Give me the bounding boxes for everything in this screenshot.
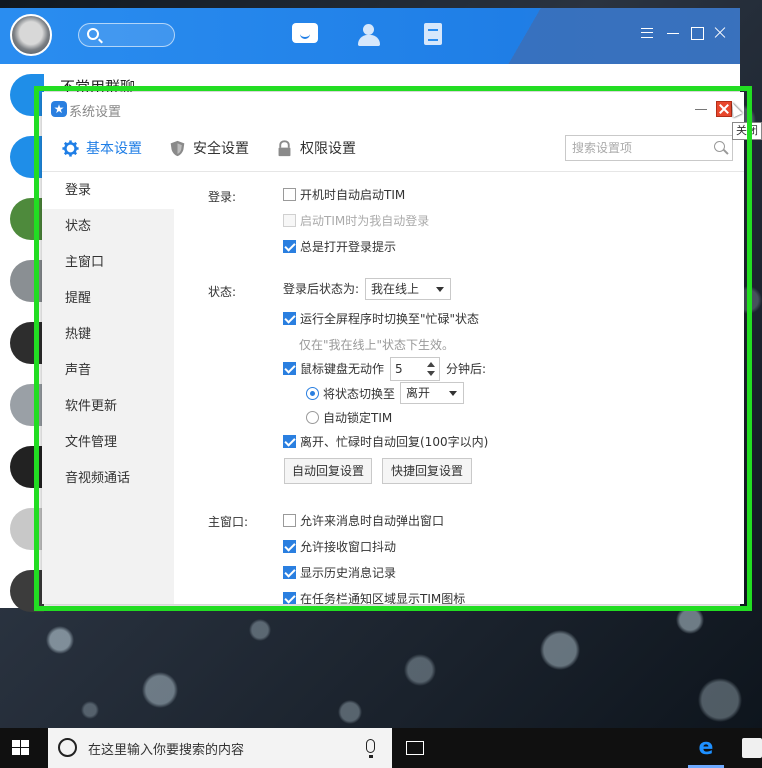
fullscreen-hint: 仅在"我在线上"状态下生效。 xyxy=(299,338,455,352)
checkbox-open-login-prompt[interactable] xyxy=(283,240,296,253)
sidebar-item-status[interactable]: 状态 xyxy=(42,209,174,245)
minimize-icon[interactable] xyxy=(666,26,680,40)
option-label: 总是打开登录提示 xyxy=(300,240,397,254)
sidebar-item-reminder[interactable]: 提醒 xyxy=(42,281,174,317)
taskbar: 在这里输入你要搜索的内容 e xyxy=(0,728,762,768)
taskbar-search-box[interactable]: 在这里输入你要搜索的内容 xyxy=(48,728,392,768)
close-icon[interactable] xyxy=(713,26,727,40)
option-label: 显示历史消息记录 xyxy=(300,566,397,580)
cortana-icon xyxy=(58,738,77,757)
windows-start-icon[interactable] xyxy=(12,740,30,756)
settings-dialog: ★ 系统设置 基本设置 安全设置 权限设置 搜索设置项 登录 状态 主窗口 提醒… xyxy=(42,92,762,604)
stepper-value: 5 xyxy=(395,362,403,376)
option-label: 自动锁定TIM xyxy=(323,411,393,425)
search-icon[interactable] xyxy=(714,141,725,152)
checkbox-idle[interactable] xyxy=(283,362,296,375)
search-icon xyxy=(87,28,99,40)
settings-content: 登录: 开机时自动启动TIM 启动TIM时为我自动登录 总是打开登录提示 状态:… xyxy=(174,173,744,604)
section-label-main-window: 主窗口: xyxy=(208,515,249,529)
dialog-titlebar: ★ 系统设置 xyxy=(42,92,744,126)
taskbar-search-placeholder: 在这里输入你要搜索的内容 xyxy=(88,743,245,758)
chevron-down-icon xyxy=(449,391,457,396)
minimize-button[interactable] xyxy=(694,102,708,116)
radio-switch-status[interactable] xyxy=(306,387,319,400)
settings-search-box xyxy=(565,135,733,161)
sidebar-item-hotkeys[interactable]: 热键 xyxy=(42,317,174,353)
sidebar-item-software-update[interactable]: 软件更新 xyxy=(42,389,174,425)
checkbox-fullscreen-busy[interactable] xyxy=(283,312,296,325)
lock-icon xyxy=(278,140,291,157)
select-value: 我在线上 xyxy=(371,282,420,296)
chevron-up-icon[interactable] xyxy=(427,362,435,367)
sidebar-item-main-window[interactable]: 主窗口 xyxy=(42,245,174,281)
checkbox-auto-login xyxy=(283,214,296,227)
option-label: 运行全屏程序时切换至"忙碌"状态 xyxy=(300,312,480,326)
dialog-title: 系统设置 xyxy=(69,105,122,120)
chevron-down-icon xyxy=(436,287,444,292)
gear-icon xyxy=(62,140,79,157)
tim-search-box[interactable] xyxy=(78,23,175,47)
store-icon[interactable] xyxy=(742,738,762,758)
tim-logo-icon: ★ xyxy=(51,101,67,117)
settings-sidebar: 登录 状态 主窗口 提醒 热键 声音 软件更新 文件管理 音视频通话 xyxy=(42,173,174,604)
shield-icon xyxy=(170,140,185,157)
checkbox-history[interactable] xyxy=(283,566,296,579)
contact-avatar[interactable] xyxy=(10,384,44,426)
tab-label: 基本设置 xyxy=(86,141,142,157)
contacts-tab-icon[interactable] xyxy=(356,23,384,47)
contact-avatar[interactable] xyxy=(10,446,44,488)
contact-avatar[interactable] xyxy=(10,508,44,550)
chevron-down-icon[interactable] xyxy=(427,371,435,376)
tab-label: 安全设置 xyxy=(193,141,249,157)
settings-search-input[interactable] xyxy=(566,136,706,160)
user-avatar[interactable] xyxy=(10,14,52,56)
checkbox-tray-icon[interactable] xyxy=(283,592,296,604)
contact-avatar[interactable] xyxy=(10,260,44,302)
tab-label: 权限设置 xyxy=(300,141,356,157)
checkbox-auto-reply[interactable] xyxy=(283,435,296,448)
option-label: 允许来消息时自动弹出窗口 xyxy=(300,514,445,528)
device-avatar[interactable] xyxy=(10,136,44,178)
contact-avatar[interactable] xyxy=(10,570,44,612)
group-chat-avatar[interactable] xyxy=(10,74,44,116)
option-label: 开机时自动启动TIM xyxy=(300,188,406,202)
after-login-status-label: 登录后状态为: xyxy=(283,282,360,296)
idle-suffix: 分钟后: xyxy=(446,362,487,376)
close-tooltip: 关闭 xyxy=(732,122,762,140)
switch-status-select[interactable]: 离开 xyxy=(400,382,464,404)
option-label: 在任务栏通知区域显示TIM图标 xyxy=(300,592,466,604)
quick-reply-settings-button[interactable]: 快捷回复设置 xyxy=(382,458,472,484)
radio-auto-lock[interactable] xyxy=(306,411,319,424)
sidebar-item-av-call[interactable]: 音视频通话 xyxy=(42,461,174,497)
sidebar-item-login[interactable]: 登录 xyxy=(42,173,174,209)
option-label: 将状态切换至 xyxy=(323,387,396,401)
sidebar-item-sound[interactable]: 声音 xyxy=(42,353,174,389)
option-label: 鼠标键盘无动作 xyxy=(300,362,385,376)
section-label-status: 状态: xyxy=(208,285,237,299)
option-label: 离开、忙碌时自动回复(100字以内) xyxy=(300,435,489,449)
checkbox-auto-popup[interactable] xyxy=(283,514,296,527)
microphone-icon[interactable] xyxy=(366,739,375,758)
contact-avatar[interactable] xyxy=(10,322,44,364)
conversation-list xyxy=(0,64,44,612)
checkbox-auto-start[interactable] xyxy=(283,188,296,201)
tim-header xyxy=(0,8,740,64)
files-tab-icon[interactable] xyxy=(422,23,450,47)
option-label: 启动TIM时为我自动登录 xyxy=(300,214,430,228)
option-label: 允许接收窗口抖动 xyxy=(300,540,397,554)
task-view-icon[interactable] xyxy=(406,741,424,755)
edge-browser-icon[interactable]: e xyxy=(694,736,718,760)
contact-avatar[interactable] xyxy=(10,198,44,240)
settings-tab-bar: 基本设置 安全设置 权限设置 xyxy=(42,126,744,172)
sidebar-item-file-management[interactable]: 文件管理 xyxy=(42,425,174,461)
idle-minutes-stepper[interactable]: 5 xyxy=(390,357,440,381)
section-label-login: 登录: xyxy=(208,190,237,204)
checkbox-window-shake[interactable] xyxy=(283,540,296,553)
maximize-icon[interactable] xyxy=(690,26,704,40)
select-value: 离开 xyxy=(406,386,431,400)
after-login-status-select[interactable]: 我在线上 xyxy=(365,278,451,300)
auto-reply-settings-button[interactable]: 自动回复设置 xyxy=(284,458,372,484)
messages-tab-icon[interactable] xyxy=(292,23,320,47)
menu-icon[interactable] xyxy=(640,26,654,40)
